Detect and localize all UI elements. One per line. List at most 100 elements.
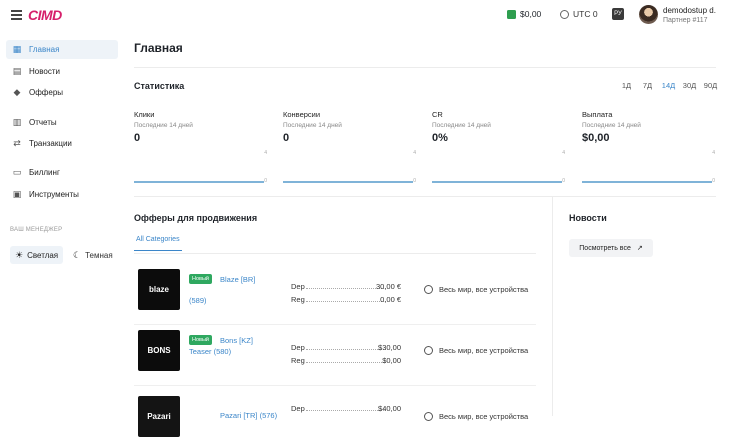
logo[interactable]: CIMD [28, 7, 62, 23]
offer-geo: Весь мир, все устройства [424, 346, 528, 355]
stat-sub: Последние 14 дней [432, 122, 491, 129]
sparkline-min-tick: 0 [264, 178, 267, 184]
menu-icon[interactable] [11, 10, 22, 20]
user-role: Партнер #117 [663, 17, 708, 24]
tools-icon: ▣ [12, 189, 22, 199]
period-14d[interactable]: 14Д [658, 81, 679, 90]
stat-cr: CR Последние 14 дней 0% 4 0 [432, 110, 565, 187]
stat-clicks: Клики Последние 14 дней 0 4 0 [134, 110, 267, 187]
sidebar: ▦ Главная ▤ Новости ◆ Офферы ▥ Отчеты ⇄ … [0, 31, 122, 416]
clock-icon [560, 9, 569, 19]
dep-value: $30,00 [378, 343, 401, 352]
tabs-underline [134, 253, 536, 254]
offer-id[interactable]: Teaser (580) [189, 347, 231, 356]
stat-value: $0,00 [582, 132, 610, 144]
stat-payout: Выплата Последние 14 дней $0,00 4 0 [582, 110, 715, 187]
arrow-up-right-icon: ↗ [636, 245, 643, 252]
sidebar-item-label: Инструменты [29, 190, 79, 199]
sparkline [283, 181, 413, 183]
period-selector: 1Д 7Д 14Д 30Д 90Д [616, 81, 721, 90]
grid-icon: ▦ [12, 44, 22, 54]
sidebar-item-label: Новости [29, 67, 60, 76]
avatar[interactable] [639, 5, 658, 24]
sidebar-item-news[interactable]: ▤ Новости [6, 62, 118, 81]
offer-geo: Весь мир, все устройства [424, 412, 528, 421]
sidebar-item-label: Отчеты [29, 118, 57, 127]
sparkline-min-tick: 0 [712, 178, 715, 184]
sparkline [134, 181, 264, 183]
bar-chart-icon: ▥ [12, 117, 22, 127]
news-title: Новости [569, 213, 607, 223]
stat-value: 0% [432, 132, 448, 144]
sparkline [432, 181, 562, 183]
sidebar-item-transactions[interactable]: ⇄ Транзакции [6, 134, 118, 153]
theme-light-button[interactable]: ☀ Светлая [10, 246, 64, 264]
reg-label: Reg [291, 295, 305, 304]
sidebar-item-label: Офферы [29, 88, 64, 97]
timezone[interactable]: UTC 0 [560, 9, 598, 19]
sparkline-max-tick: 4 [264, 150, 267, 156]
sidebar-item-offers[interactable]: ◆ Офферы [6, 83, 118, 102]
sidebar-item-tools[interactable]: ▣ Инструменты [6, 185, 118, 204]
offer-row[interactable]: blaze Новый Blaze [BR] (589) Dep 30,00 €… [134, 264, 536, 325]
sparkline-min-tick: 0 [413, 178, 416, 184]
theme-dark-button[interactable]: ☾ Темная [68, 246, 118, 264]
transactions-icon: ⇄ [13, 138, 21, 148]
reg-value: 0,00 € [380, 295, 401, 304]
news-icon: ▤ [12, 66, 22, 76]
offer-id[interactable]: (589) [189, 296, 207, 305]
offer-thumbnail[interactable]: blaze [138, 269, 180, 310]
stat-sub: Последние 14 дней [134, 122, 193, 129]
globe-icon [424, 346, 433, 355]
reg-label: Reg [291, 356, 305, 365]
period-90d[interactable]: 90Д [700, 81, 721, 90]
offer-name[interactable]: Bons [KZ] [220, 335, 290, 346]
sidebar-item-billing[interactable]: ▭ Биллинг [6, 163, 118, 182]
divider [134, 67, 716, 68]
sidebar-item-label: Главная [29, 45, 60, 54]
user-name[interactable]: demodostup d. [663, 6, 716, 15]
dep-value: $40,00 [378, 404, 401, 413]
globe-icon [424, 412, 433, 421]
sidebar-item-label: Транзакции [29, 139, 72, 148]
stat-sub: Последние 14 дней [283, 122, 342, 129]
sidebar-item-reports[interactable]: ▥ Отчеты [6, 113, 118, 132]
offers-title: Офферы для продвижения [134, 213, 258, 223]
offer-row[interactable]: Pazari Pazari [TR] (576) Dep $40,00 Весь… [134, 386, 536, 447]
globe-icon [424, 285, 433, 294]
view-all-label: Посмотреть все [579, 244, 631, 252]
view-all-news-button[interactable]: Посмотреть все ↗ [569, 239, 653, 257]
period-7d[interactable]: 7Д [637, 81, 658, 90]
language-switch[interactable]: РУ [612, 8, 624, 20]
geo-text: Весь мир, все устройства [439, 285, 529, 294]
offer-thumbnail[interactable]: Pazari [138, 396, 180, 437]
offer-name[interactable]: Blaze [BR] [220, 274, 290, 285]
tab-all-categories[interactable]: All Categories [134, 236, 182, 251]
offer-thumbnail[interactable]: BONS [138, 330, 180, 371]
stat-sub: Последние 14 дней [582, 122, 641, 129]
sparkline-max-tick: 4 [712, 150, 715, 156]
offer-row[interactable]: BONS Новый Bons [KZ] Teaser (580) Dep $3… [134, 325, 536, 386]
divider [134, 196, 716, 197]
balance[interactable]: $0,00 [507, 9, 541, 19]
period-1d[interactable]: 1Д [616, 81, 637, 90]
page-title: Главная [134, 41, 183, 55]
sidebar-item-home[interactable]: ▦ Главная [6, 40, 118, 59]
moon-icon: ☾ [73, 249, 82, 260]
theme-light-label: Светлая [27, 250, 59, 260]
main-content: Главная Статистика 1Д 7Д 14Д 30Д 90Д Кли… [122, 31, 730, 437]
sun-icon: ☀ [15, 249, 24, 260]
period-30d[interactable]: 30Д [679, 81, 700, 90]
stat-conversions: Конверсии Последние 14 дней 0 4 0 [283, 110, 416, 187]
manager-label: ВАШ МЕНЕДЖЕР [10, 227, 63, 233]
stat-label: Клики [134, 110, 155, 119]
geo-text: Весь мир, все устройства [439, 412, 529, 421]
sparkline [582, 181, 712, 183]
new-badge: Новый [189, 274, 212, 284]
dep-value: 30,00 € [375, 282, 401, 291]
stat-label: Конверсии [283, 110, 321, 119]
geo-text: Весь мир, все устройства [439, 346, 529, 355]
balance-value: $0,00 [520, 9, 542, 19]
stats-title: Статистика [134, 81, 185, 91]
sparkline-max-tick: 4 [413, 150, 416, 156]
